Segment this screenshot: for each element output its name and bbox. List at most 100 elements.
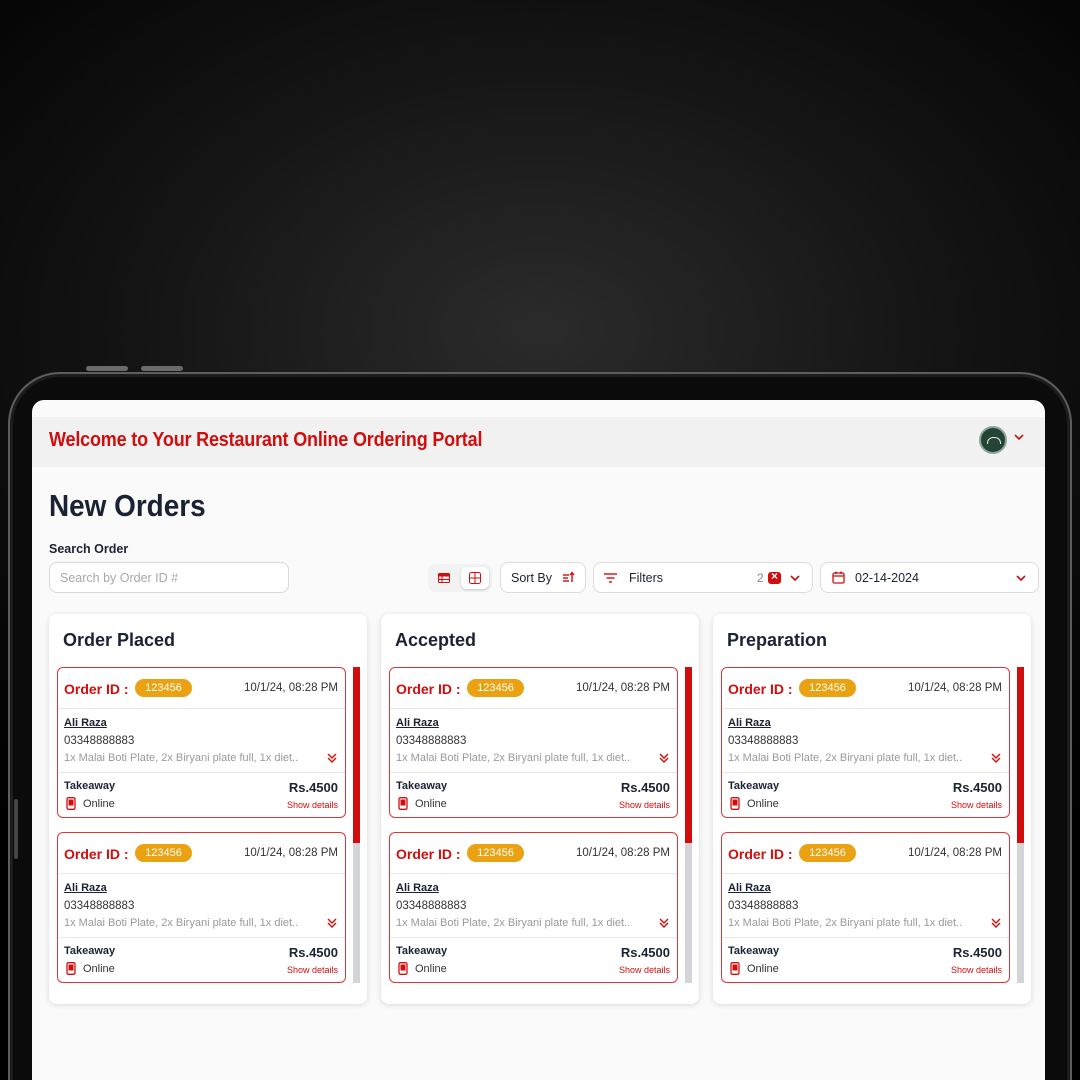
scrollbar[interactable] bbox=[685, 667, 692, 983]
page-title: New Orders bbox=[49, 488, 206, 523]
customer-phone: 03348888883 bbox=[728, 735, 799, 747]
avatar[interactable] bbox=[979, 426, 1007, 454]
order-items: 1x Malai Boti Plate, 2x Biryani plate fu… bbox=[728, 917, 963, 929]
scrollbar-thumb[interactable] bbox=[685, 667, 692, 843]
order-card-header: Order ID : 123456 10/1/24, 08:28 PM bbox=[390, 668, 677, 709]
show-details-link[interactable]: Show details bbox=[619, 800, 670, 810]
mobile-phone-icon bbox=[398, 962, 408, 975]
order-total: Rs.4500 bbox=[952, 945, 1002, 960]
customer-phone: 03348888883 bbox=[728, 900, 799, 912]
payment-method: Online bbox=[415, 963, 447, 975]
order-card[interactable]: Order ID : 123456 10/1/24, 08:28 PM Ali … bbox=[721, 667, 1010, 818]
show-details-link[interactable]: Show details bbox=[951, 965, 1002, 975]
clear-filters-icon[interactable] bbox=[768, 569, 781, 584]
scrollbar-thumb[interactable] bbox=[1017, 667, 1024, 843]
order-id-badge: 123456 bbox=[135, 844, 192, 862]
order-type: Takeaway bbox=[728, 780, 780, 792]
chevron-down-icon bbox=[1016, 575, 1026, 582]
mobile-phone-icon bbox=[66, 962, 76, 975]
show-details-link[interactable]: Show details bbox=[287, 800, 338, 810]
grid-view-button[interactable] bbox=[461, 567, 489, 589]
scrollbar[interactable] bbox=[1017, 667, 1024, 983]
double-chevron-down-icon[interactable] bbox=[990, 917, 1002, 929]
order-id-label: Order ID : bbox=[64, 846, 129, 862]
tablet-top-button bbox=[86, 366, 128, 371]
column-accepted: Accepted Order ID : 123456 10/1/24, 08:2… bbox=[381, 614, 699, 1004]
order-id-label: Order ID : bbox=[728, 846, 793, 862]
order-card[interactable]: Order ID : 123456 10/1/24, 08:28 PM Ali … bbox=[389, 667, 678, 818]
list-view-icon bbox=[438, 573, 450, 583]
sort-icon bbox=[563, 571, 575, 582]
list-view-button[interactable] bbox=[430, 567, 458, 589]
customer-name[interactable]: Ali Raza bbox=[396, 717, 439, 729]
divider bbox=[58, 772, 345, 773]
payment-method: Online bbox=[747, 963, 779, 975]
order-card[interactable]: Order ID : 123456 10/1/24, 08:28 PM Ali … bbox=[57, 667, 346, 818]
double-chevron-down-icon[interactable] bbox=[326, 752, 338, 764]
show-details-link[interactable]: Show details bbox=[619, 965, 670, 975]
grid-view-icon bbox=[469, 572, 481, 584]
order-id-badge: 123456 bbox=[467, 844, 524, 862]
order-items: 1x Malai Boti Plate, 2x Biryani plate fu… bbox=[728, 752, 963, 764]
column-preparation: Preparation Order ID : 123456 10/1/24, 0… bbox=[713, 614, 1031, 1004]
divider bbox=[722, 772, 1009, 773]
chevron-down-icon bbox=[790, 575, 800, 582]
column-order-placed: Order Placed Order ID : 123456 10/1/24, … bbox=[49, 614, 367, 1004]
mobile-phone-icon bbox=[398, 797, 408, 810]
date-value: 02-14-2024 bbox=[855, 571, 919, 585]
double-chevron-down-icon[interactable] bbox=[658, 917, 670, 929]
order-total: Rs.4500 bbox=[288, 780, 338, 795]
order-card-header: Order ID : 123456 10/1/24, 08:28 PM bbox=[58, 833, 345, 874]
scrollbar[interactable] bbox=[353, 667, 360, 983]
order-total: Rs.4500 bbox=[620, 780, 670, 795]
search-label: Search Order bbox=[49, 542, 129, 556]
mobile-phone-icon bbox=[66, 797, 76, 810]
order-time: 10/1/24, 08:28 PM bbox=[244, 682, 338, 694]
payment-method: Online bbox=[83, 963, 115, 975]
order-card-header: Order ID : 123456 10/1/24, 08:28 PM bbox=[722, 833, 1009, 874]
customer-phone: 03348888883 bbox=[64, 735, 135, 747]
show-details-link[interactable]: Show details bbox=[951, 800, 1002, 810]
customer-name[interactable]: Ali Raza bbox=[396, 882, 439, 894]
customer-name[interactable]: Ali Raza bbox=[728, 717, 771, 729]
divider bbox=[58, 937, 345, 938]
order-time: 10/1/24, 08:28 PM bbox=[908, 682, 1002, 694]
double-chevron-down-icon[interactable] bbox=[990, 752, 1002, 764]
filters-count: 2 bbox=[757, 571, 764, 585]
order-card[interactable]: Order ID : 123456 10/1/24, 08:28 PM Ali … bbox=[57, 832, 346, 983]
payment-method: Online bbox=[415, 798, 447, 810]
order-time: 10/1/24, 08:28 PM bbox=[244, 847, 338, 859]
sort-button[interactable]: Sort By bbox=[500, 562, 586, 593]
order-id-label: Order ID : bbox=[728, 681, 793, 697]
customer-name[interactable]: Ali Raza bbox=[728, 882, 771, 894]
column-title: Accepted bbox=[395, 630, 477, 650]
date-picker[interactable]: 02-14-2024 bbox=[820, 562, 1039, 593]
order-items: 1x Malai Boti Plate, 2x Biryani plate fu… bbox=[396, 752, 631, 764]
order-time: 10/1/24, 08:28 PM bbox=[908, 847, 1002, 859]
tablet-side-button bbox=[14, 799, 18, 859]
order-type: Takeaway bbox=[396, 945, 448, 957]
double-chevron-down-icon[interactable] bbox=[326, 917, 338, 929]
divider bbox=[390, 937, 677, 938]
order-card-header: Order ID : 123456 10/1/24, 08:28 PM bbox=[58, 668, 345, 709]
order-total: Rs.4500 bbox=[288, 945, 338, 960]
search-input[interactable] bbox=[49, 562, 289, 593]
double-chevron-down-icon[interactable] bbox=[658, 752, 670, 764]
calendar-icon bbox=[832, 571, 845, 584]
order-items: 1x Malai Boti Plate, 2x Biryani plate fu… bbox=[64, 752, 299, 764]
order-card[interactable]: Order ID : 123456 10/1/24, 08:28 PM Ali … bbox=[389, 832, 678, 983]
top-bar: Welcome to Your Restaurant Online Orderi… bbox=[32, 417, 1045, 467]
order-id-label: Order ID : bbox=[396, 681, 461, 697]
mobile-phone-icon bbox=[730, 797, 740, 810]
customer-phone: 03348888883 bbox=[396, 735, 467, 747]
customer-name[interactable]: Ali Raza bbox=[64, 882, 107, 894]
order-card[interactable]: Order ID : 123456 10/1/24, 08:28 PM Ali … bbox=[721, 832, 1010, 983]
order-type: Takeaway bbox=[64, 945, 116, 957]
customer-name[interactable]: Ali Raza bbox=[64, 717, 107, 729]
order-items: 1x Malai Boti Plate, 2x Biryani plate fu… bbox=[396, 917, 631, 929]
chevron-down-icon[interactable] bbox=[1012, 430, 1026, 444]
filters-dropdown[interactable]: Filters 2 bbox=[593, 562, 813, 593]
scrollbar-thumb[interactable] bbox=[353, 667, 360, 843]
divider bbox=[722, 937, 1009, 938]
show-details-link[interactable]: Show details bbox=[287, 965, 338, 975]
